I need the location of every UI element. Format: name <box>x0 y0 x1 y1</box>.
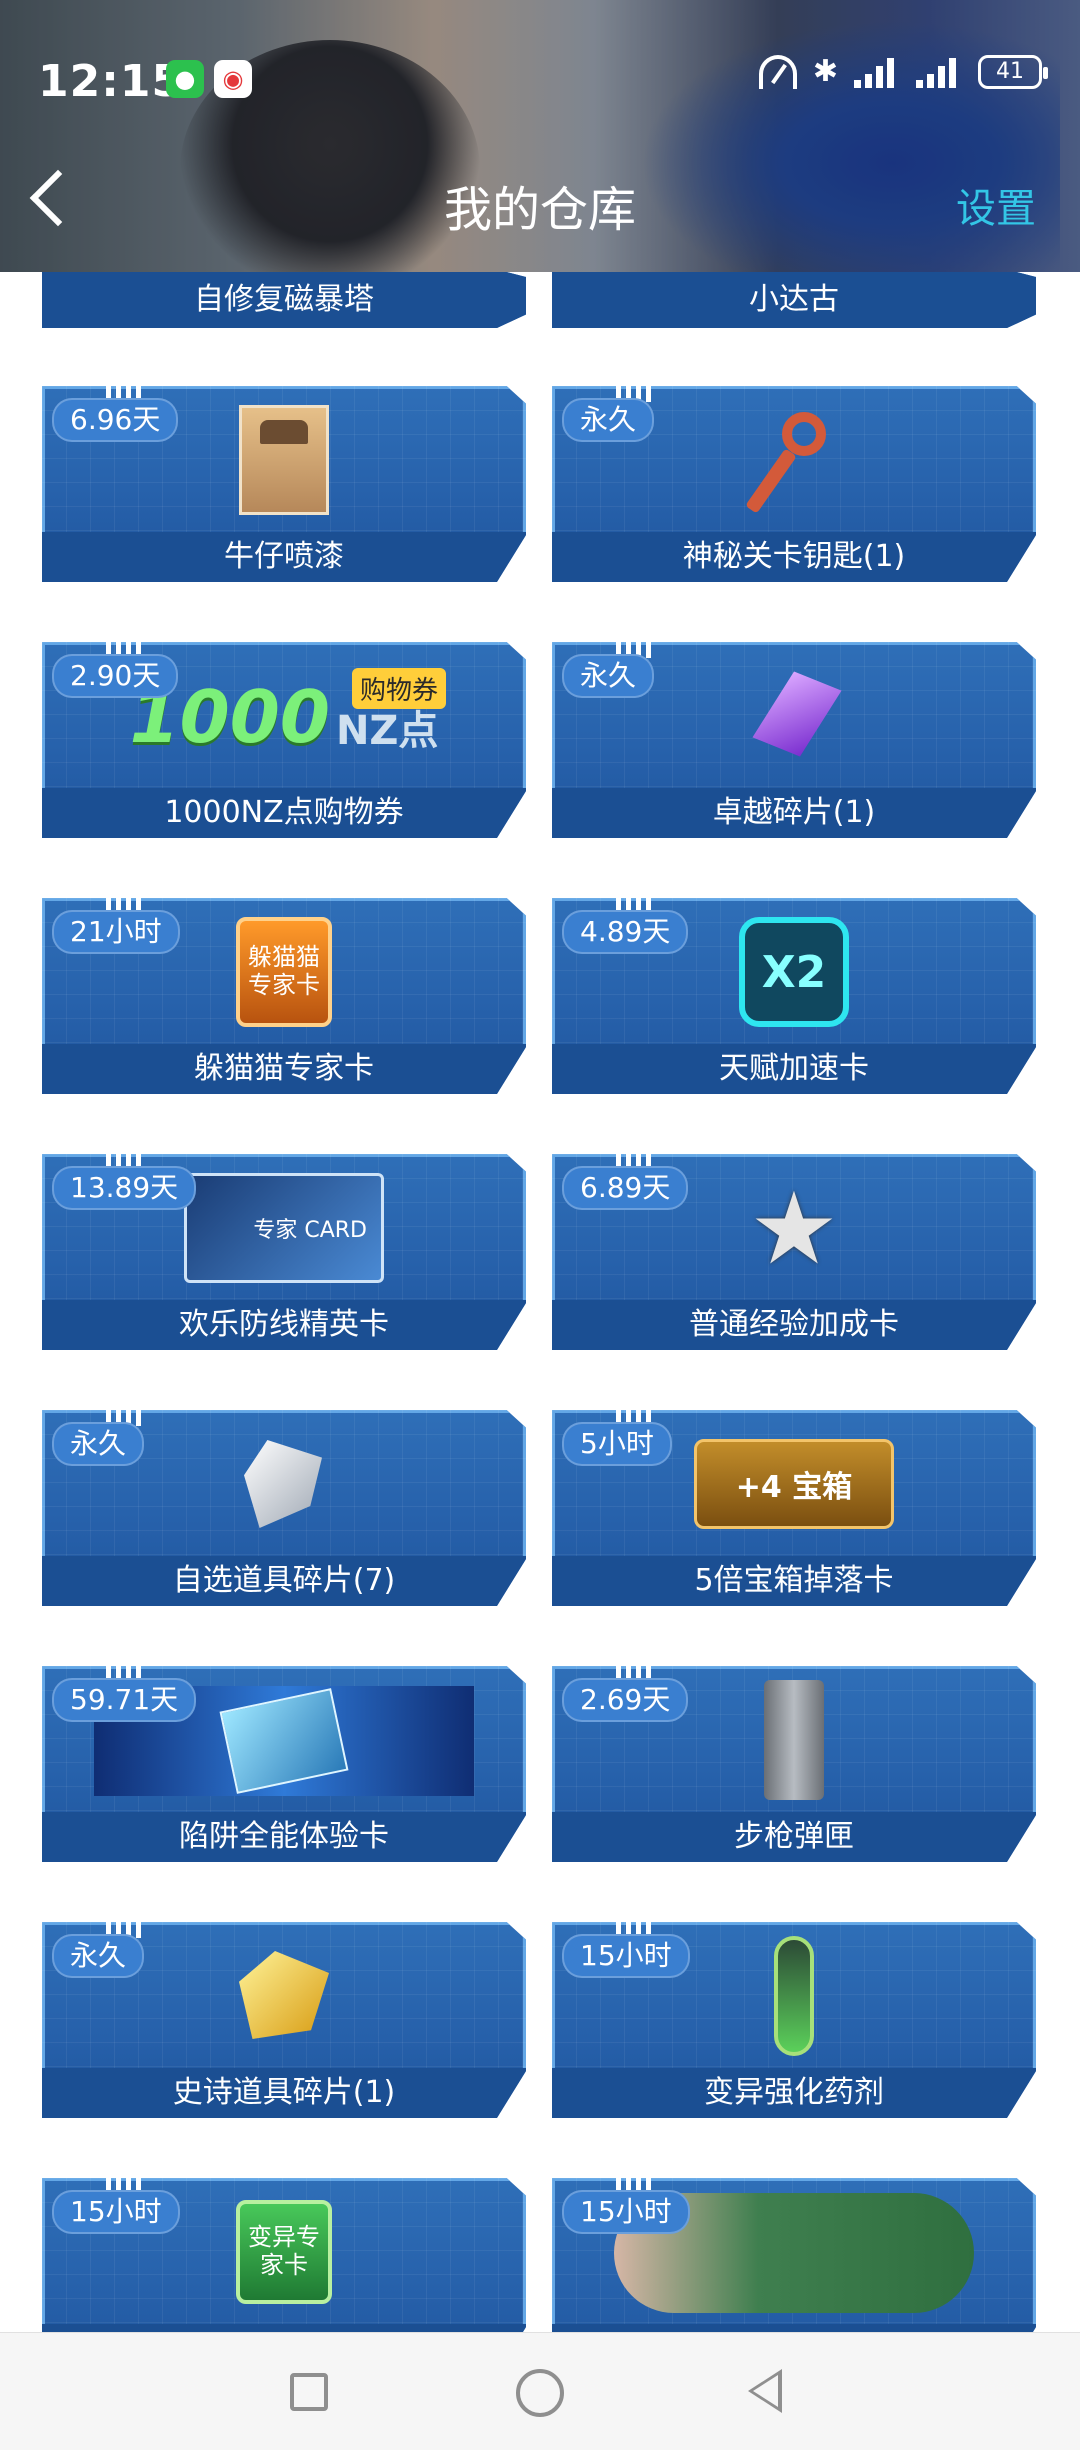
home-button[interactable] <box>516 2369 564 2417</box>
inventory-card[interactable]: 永久 自选道具碎片(7) <box>42 1410 526 1606</box>
item-name: 步枪弹匣 <box>552 1812 1036 1862</box>
item-name: 牛仔喷漆 <box>42 532 526 582</box>
item-thumb <box>734 656 854 776</box>
item-name: 小达古 <box>552 272 1036 328</box>
duration-badge: 4.89天 <box>562 910 689 954</box>
item-name: 欢乐防线精英卡 <box>42 1300 526 1350</box>
gold-shard-icon <box>229 1941 339 2051</box>
signal-1-icon <box>854 56 900 88</box>
signal-2-icon <box>916 56 962 88</box>
system-nav-bar <box>0 2332 1080 2450</box>
item-thumb: 专家 CARD <box>174 1168 394 1288</box>
item-name: 自修复磁暴塔 <box>42 272 526 328</box>
duration-badge: 15小时 <box>562 1934 690 1978</box>
item-name <box>42 2324 526 2332</box>
duration-badge: 6.89天 <box>562 1166 689 1210</box>
battery-level: 41 <box>996 59 1024 84</box>
inventory-card[interactable]: 永久 卓越碎片(1) <box>552 642 1036 838</box>
inventory-card[interactable]: 变异专家卡 15小时 <box>42 2178 526 2332</box>
duration-badge: 5小时 <box>562 1422 672 1466</box>
inventory-card[interactable]: ★ 6.89天 普通经验加成卡 <box>552 1154 1036 1350</box>
item-thumb: +4 宝箱 <box>684 1424 904 1544</box>
item-thumb: X2 <box>734 912 854 1032</box>
item-name: 普通经验加成卡 <box>552 1300 1036 1350</box>
duration-badge: 15小时 <box>562 2190 690 2234</box>
weibo-icon: ◉ <box>214 60 252 98</box>
settings-button[interactable]: 设置 <box>956 176 1036 234</box>
crystal-icon <box>749 671 839 761</box>
header: 12:15 ● ◉ ✱ 41 我的仓库 设置 <box>0 0 1080 272</box>
item-name: 躲猫猫专家卡 <box>42 1044 526 1094</box>
wechat-icon: ● <box>166 60 204 98</box>
battery-icon: 41 <box>978 54 1048 89</box>
inventory-card[interactable]: 6.96天 牛仔喷漆 <box>42 386 526 582</box>
item-thumb <box>224 1424 344 1544</box>
inventory-card[interactable]: 1000 NZ点 购物券 2.90天 1000NZ点购物券 <box>42 642 526 838</box>
duration-badge: 6.96天 <box>52 398 179 442</box>
cowboy-poster-icon <box>239 405 329 515</box>
inventory-card[interactable]: 永久 神秘关卡钥匙(1) <box>552 386 1036 582</box>
item-name: 5倍宝箱掉落卡 <box>552 1556 1036 1606</box>
inventory-card[interactable]: 躲猫猫专家卡 21小时 躲猫猫专家卡 <box>42 898 526 1094</box>
item-name <box>552 2324 1036 2332</box>
inventory-card[interactable]: 永久 史诗道具碎片(1) <box>42 1922 526 2118</box>
inventory-card[interactable]: 小达古 <box>552 272 1036 328</box>
duration-badge: 永久 <box>562 654 655 698</box>
duration-badge: 2.90天 <box>52 654 179 698</box>
status-time: 12:15 <box>38 56 184 107</box>
inventory-card[interactable]: 59.71天 陷阱全能体验卡 <box>42 1666 526 1862</box>
elite-card-icon: 专家 CARD <box>184 1173 384 1283</box>
item-name: 自选道具碎片(7) <box>42 1556 526 1606</box>
inventory-card[interactable]: X2 4.89天 天赋加速卡 <box>552 898 1036 1094</box>
item-name: 天赋加速卡 <box>552 1044 1036 1094</box>
item-thumb <box>734 1936 854 2056</box>
item-name: 陷阱全能体验卡 <box>42 1812 526 1862</box>
star-icon: ★ <box>749 1169 839 1287</box>
duration-badge: 59.71天 <box>52 1678 197 1722</box>
silver-shard-icon <box>234 1434 334 1534</box>
item-thumb: 躲猫猫专家卡 <box>224 912 344 1032</box>
mutant-expert-card-icon: 变异专家卡 <box>236 2200 332 2304</box>
inventory-card[interactable]: +4 宝箱 5小时 5倍宝箱掉落卡 <box>552 1410 1036 1606</box>
inventory-grid: 自修复磁暴塔 小达古 6.96天 牛仔喷漆 永久 神秘关卡钥匙(1) 1000 … <box>0 272 1080 2332</box>
inventory-card[interactable]: 15小时 <box>552 2178 1036 2332</box>
item-name: 变异强化药剂 <box>552 2068 1036 2118</box>
key-icon <box>744 410 844 510</box>
inventory-card[interactable]: 专家 CARD 13.89天 欢乐防线精英卡 <box>42 1154 526 1350</box>
magazine-icon <box>764 1680 824 1800</box>
item-name: 1000NZ点购物券 <box>42 788 526 838</box>
speed-icon <box>758 54 797 89</box>
duration-badge: 永久 <box>52 1422 145 1466</box>
inventory-card[interactable]: 自修复磁暴塔 <box>42 272 526 328</box>
item-thumb: ★ <box>734 1168 854 1288</box>
bluetooth-icon: ✱ <box>812 54 838 89</box>
item-name: 神秘关卡钥匙(1) <box>552 532 1036 582</box>
potion-icon <box>774 1936 814 2056</box>
status-right: ✱ 41 <box>758 54 1048 89</box>
item-thumb <box>224 1936 344 2056</box>
duration-badge: 13.89天 <box>52 1166 197 1210</box>
recents-button[interactable] <box>290 2373 328 2411</box>
duration-badge: 15小时 <box>52 2190 180 2234</box>
expert-card-icon: 躲猫猫专家卡 <box>236 917 332 1027</box>
inventory-card[interactable]: 2.69天 步枪弹匣 <box>552 1666 1036 1862</box>
item-name: 史诗道具碎片(1) <box>42 2068 526 2118</box>
duration-badge: 21小时 <box>52 910 180 954</box>
chest-card-icon: +4 宝箱 <box>694 1439 894 1529</box>
page-title: 我的仓库 <box>443 182 636 238</box>
inventory-card[interactable]: 15小时 变异强化药剂 <box>552 1922 1036 2118</box>
x2-icon: X2 <box>739 917 849 1027</box>
duration-badge: 永久 <box>562 398 655 442</box>
item-thumb <box>224 400 344 520</box>
item-thumb <box>734 1680 854 1800</box>
back-nav-button[interactable] <box>748 2369 782 2413</box>
coupon-tag: 购物券 <box>351 668 446 709</box>
item-thumb: 变异专家卡 <box>224 2192 344 2312</box>
duration-badge: 2.69天 <box>562 1678 689 1722</box>
item-thumb <box>734 400 854 520</box>
duration-badge: 永久 <box>52 1934 145 1978</box>
item-name: 卓越碎片(1) <box>552 788 1036 838</box>
